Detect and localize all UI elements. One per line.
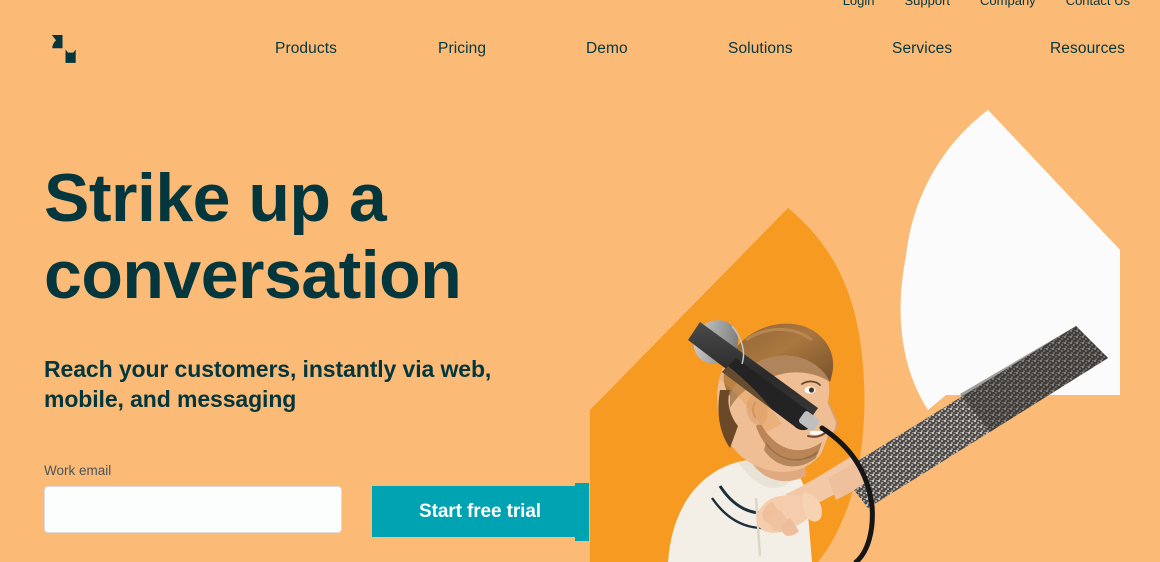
nav-links: Products Pricing Demo Solutions Services… bbox=[260, 20, 1150, 78]
main-navigation: Products Pricing Demo Solutions Services… bbox=[0, 20, 1160, 78]
landing-page: Login Support Company Contact Us Product… bbox=[0, 0, 1160, 562]
hero-copy: Strike up a conversation Reach your cust… bbox=[44, 160, 604, 414]
hero-title: Strike up a conversation bbox=[44, 160, 462, 313]
work-email-label: Work email bbox=[44, 463, 112, 478]
work-email-input[interactable] bbox=[44, 486, 342, 533]
nav-item-resources[interactable]: Resources bbox=[1050, 40, 1125, 58]
hero-illustration bbox=[560, 90, 1160, 562]
utility-link-contact-us[interactable]: Contact Us bbox=[1066, 0, 1130, 12]
zendesk-z-logo-icon bbox=[52, 35, 76, 63]
nav-item-demo[interactable]: Demo bbox=[586, 40, 628, 58]
nav-item-services[interactable]: Services bbox=[892, 40, 952, 58]
zendesk-logo[interactable] bbox=[52, 35, 76, 63]
hero-subtitle: Reach your customers, instantly via web,… bbox=[44, 356, 492, 412]
nav-item-solutions[interactable]: Solutions bbox=[728, 40, 793, 58]
utility-bar: Login Support Company Contact Us bbox=[0, 0, 1160, 12]
hero-illustration-svg bbox=[590, 110, 1120, 562]
nav-item-products[interactable]: Products bbox=[275, 40, 337, 58]
utility-link-support[interactable]: Support bbox=[905, 0, 951, 12]
nav-item-pricing[interactable]: Pricing bbox=[438, 40, 486, 58]
utility-link-login[interactable]: Login bbox=[843, 0, 875, 12]
signup-form: Work email Start free trial bbox=[44, 463, 604, 537]
start-free-trial-button[interactable]: Start free trial bbox=[372, 486, 588, 537]
utility-link-company[interactable]: Company bbox=[980, 0, 1036, 12]
form-controls: Start free trial bbox=[44, 486, 604, 537]
